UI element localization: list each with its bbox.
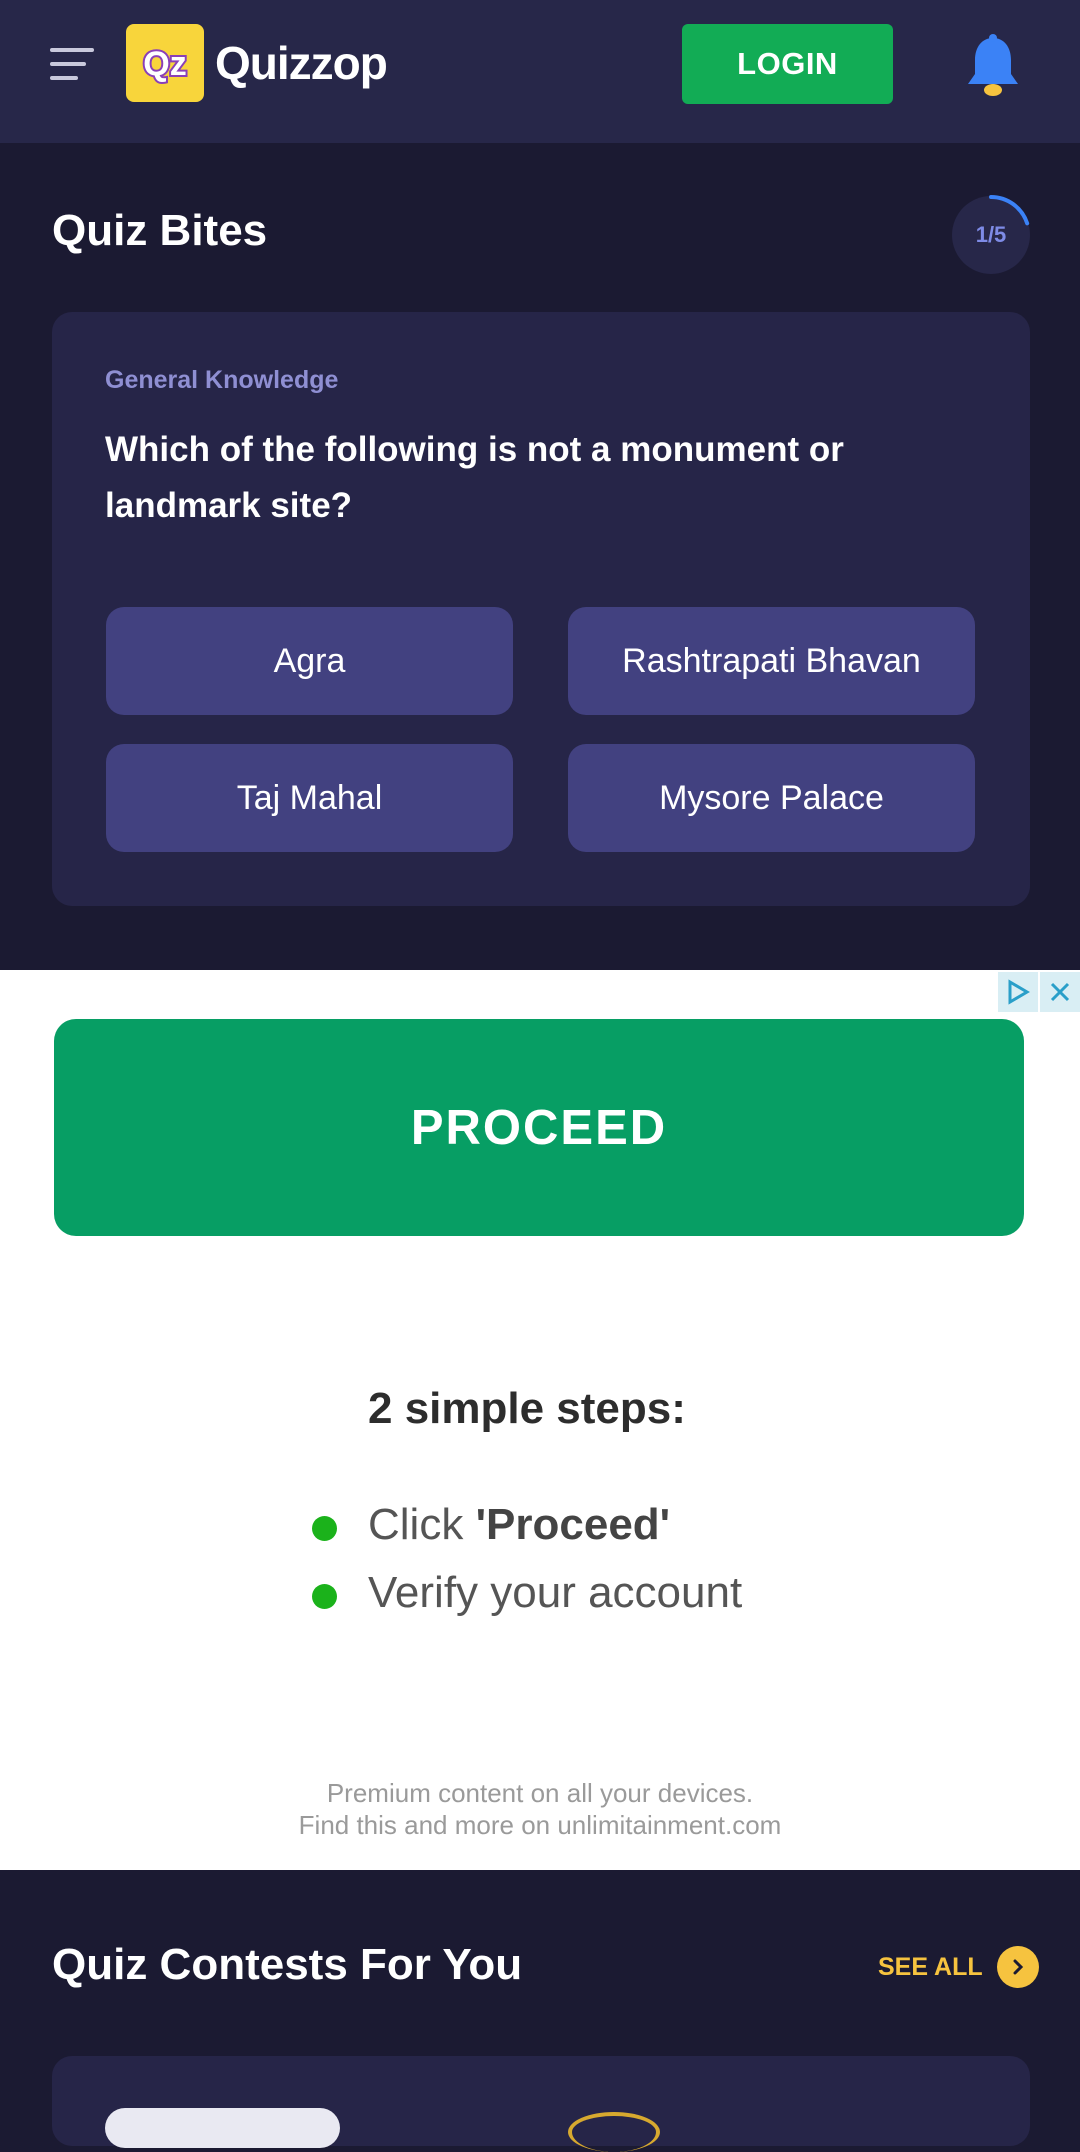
step-text: Click [368,1500,476,1549]
ad-controls [996,972,1080,1012]
quiz-question: Which of the following is not a monument… [105,430,844,525]
see-all-label: SEE ALL [878,1952,983,1981]
hamburger-icon[interactable] [50,44,98,84]
quiz-bites-title: Quiz Bites [52,206,268,255]
quiz-category: General Knowledge [105,366,339,394]
adchoices-icon[interactable] [998,972,1038,1012]
step-text: Verify your account [368,1568,743,1617]
brand-name[interactable]: Quizzop [215,36,388,90]
progress-label: 1/5 [975,222,1007,247]
bullet-icon [312,1584,337,1609]
option-button[interactable]: Agra [106,607,513,715]
bell-icon[interactable] [960,32,1026,104]
bullet-icon [312,1516,337,1541]
option-button[interactable]: Taj Mahal [106,744,513,852]
option-button[interactable]: Mysore Palace [568,744,975,852]
coin-icon [568,2112,660,2152]
login-button[interactable]: LOGIN [682,24,893,104]
step-emphasis: 'Proceed' [475,1500,671,1549]
ad-footer-line: Premium content on all your devices. [326,1778,754,1808]
ad-footer-line: Find this and more on unlimitainment.com [298,1810,782,1840]
contest-pill [105,2108,340,2148]
option-button[interactable]: Rashtrapati Bhavan [568,607,975,715]
proceed-button[interactable]: PROCEED [54,1019,1024,1236]
top-app-bar: Qz Quizzop LOGIN [0,0,1080,143]
chevron-right-icon [996,1946,1039,1988]
logo-letters: Qz [143,45,186,83]
logo-icon[interactable]: Qz [126,24,204,102]
close-icon[interactable] [1040,972,1080,1012]
steps-title: 2 simple steps: [368,1384,686,1433]
see-all-link[interactable]: SEE ALL [878,1946,1039,1988]
contests-title: Quiz Contests For You [52,1940,523,1989]
